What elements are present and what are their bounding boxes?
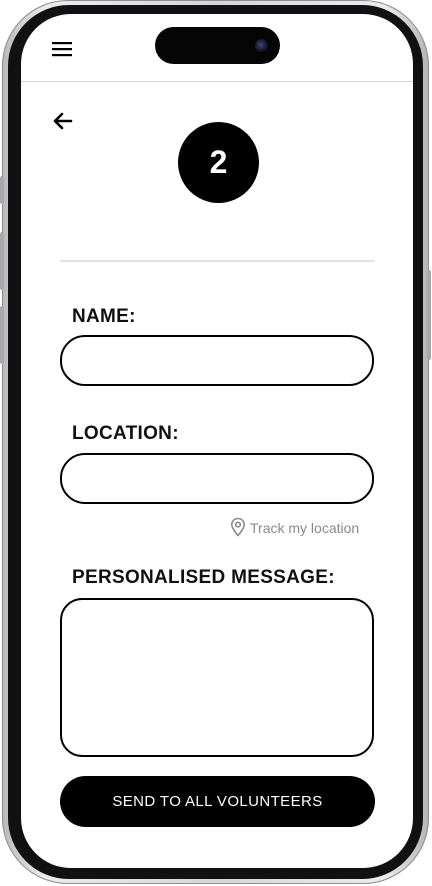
map-pin-icon [230, 517, 250, 540]
app-screen: 2 NAME: LOCATION: Track my location PERS… [21, 14, 413, 868]
arrow-left-icon[interactable] [51, 110, 73, 132]
power-button [427, 270, 431, 360]
send-to-all-volunteers-button[interactable]: SEND TO ALL VOLUNTEERS [60, 776, 375, 827]
location-input[interactable] [60, 453, 374, 504]
message-label: PERSONALISED MESSAGE: [72, 567, 335, 588]
mute-switch [0, 176, 4, 204]
hamburger-menu-icon[interactable] [52, 41, 72, 57]
track-location-label: Track my location [250, 520, 360, 536]
section-divider [60, 260, 375, 262]
message-textarea[interactable] [60, 598, 374, 757]
location-label: LOCATION: [72, 423, 179, 444]
dynamic-island [155, 27, 280, 64]
phone-frame: 2 NAME: LOCATION: Track my location PERS… [0, 0, 431, 884]
volume-down-button [0, 306, 4, 364]
front-camera [255, 39, 268, 52]
track-location-link[interactable]: Track my location [230, 517, 359, 539]
name-label: NAME: [72, 306, 136, 327]
volume-up-button [0, 232, 4, 290]
name-input[interactable] [60, 335, 374, 386]
step-indicator: 2 [178, 122, 259, 203]
